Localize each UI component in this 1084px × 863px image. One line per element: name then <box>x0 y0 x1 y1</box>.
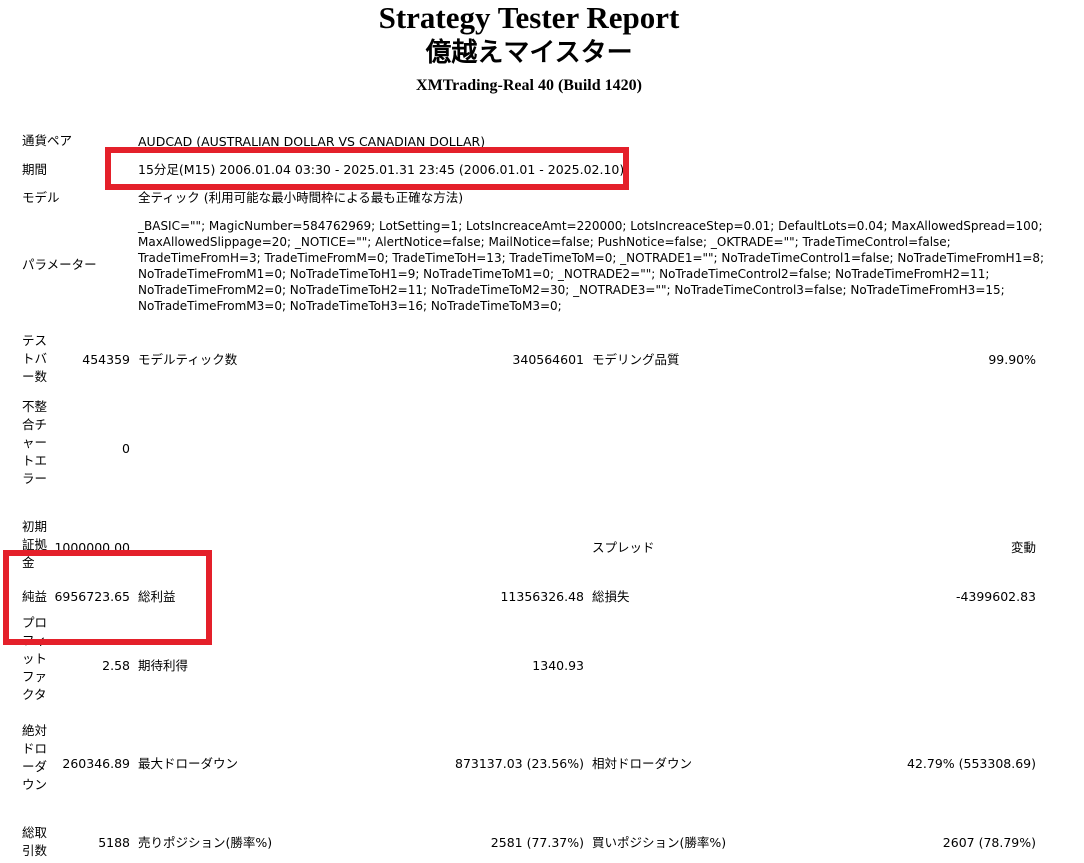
period-highlight-box <box>105 147 629 190</box>
max-drawdown-value: 873137.03 (23.56%) <box>455 756 584 771</box>
bars-value: 454359 <box>82 352 130 367</box>
server-build: XMTrading-Real 40 (Build 1420) <box>416 77 642 94</box>
max-drawdown-label: 最大ドローダウン <box>138 756 239 771</box>
total-trades-label: 総取 引数 <box>22 825 48 858</box>
gross-loss-label: 総損失 <box>592 589 630 604</box>
period-label: 期間 <box>22 162 48 177</box>
rel-drawdown-value: 42.79% (553308.69) <box>907 756 1036 771</box>
payoff-label: 期待利得 <box>138 658 189 673</box>
model-label: モデル <box>22 190 60 205</box>
ticks-label: モデルティック数 <box>138 352 238 367</box>
abs-drawdown-value: 260346.89 <box>62 756 130 771</box>
payoff-value: 1340.93 <box>532 658 584 673</box>
quality-label: モデリング品質 <box>592 352 680 367</box>
abs-drawdown-label: 絶対 ドロ ーダ ウン <box>22 723 48 792</box>
model-value: 全ティック (利用可能な最小時間枠による最も正確な方法) <box>138 190 464 205</box>
report-title: Strategy Tester Report <box>378 0 680 35</box>
gross-loss-value: -4399602.83 <box>955 589 1036 604</box>
spread-label: スプレッド <box>592 540 655 555</box>
symbol-label: 通貨ペア <box>22 133 73 148</box>
long-positions-value: 2607 (78.79%) <box>942 835 1036 850</box>
profit-factor-value: 2.58 <box>102 658 130 673</box>
parameters-label: パラメーター <box>22 257 97 272</box>
total-trades-value: 5188 <box>98 835 130 850</box>
parameters-value: _BASIC=""; MagicNumber=584762969; LotSet… <box>138 219 1045 313</box>
mismatch-value: 0 <box>122 441 130 456</box>
short-positions-value: 2581 (77.37%) <box>490 835 584 850</box>
ticks-value: 340564601 <box>512 352 584 367</box>
expert-name: 億越えマイスター <box>425 38 633 68</box>
gross-profit-value: 11356326.48 <box>500 589 584 604</box>
rel-drawdown-label: 相対ドローダウン <box>592 756 693 771</box>
long-positions-label: 買いポジション(勝率%) <box>592 835 727 850</box>
quality-value: 99.90% <box>988 352 1036 367</box>
net-profit-highlight-box <box>3 550 212 645</box>
bars-label: テス トバ ー数 <box>22 333 48 384</box>
spread-value: 変動 <box>1010 540 1036 555</box>
mismatch-label: 不整 合チ ャー トエ ラー <box>22 399 48 486</box>
short-positions-label: 売りポジション(勝率%) <box>138 835 273 850</box>
